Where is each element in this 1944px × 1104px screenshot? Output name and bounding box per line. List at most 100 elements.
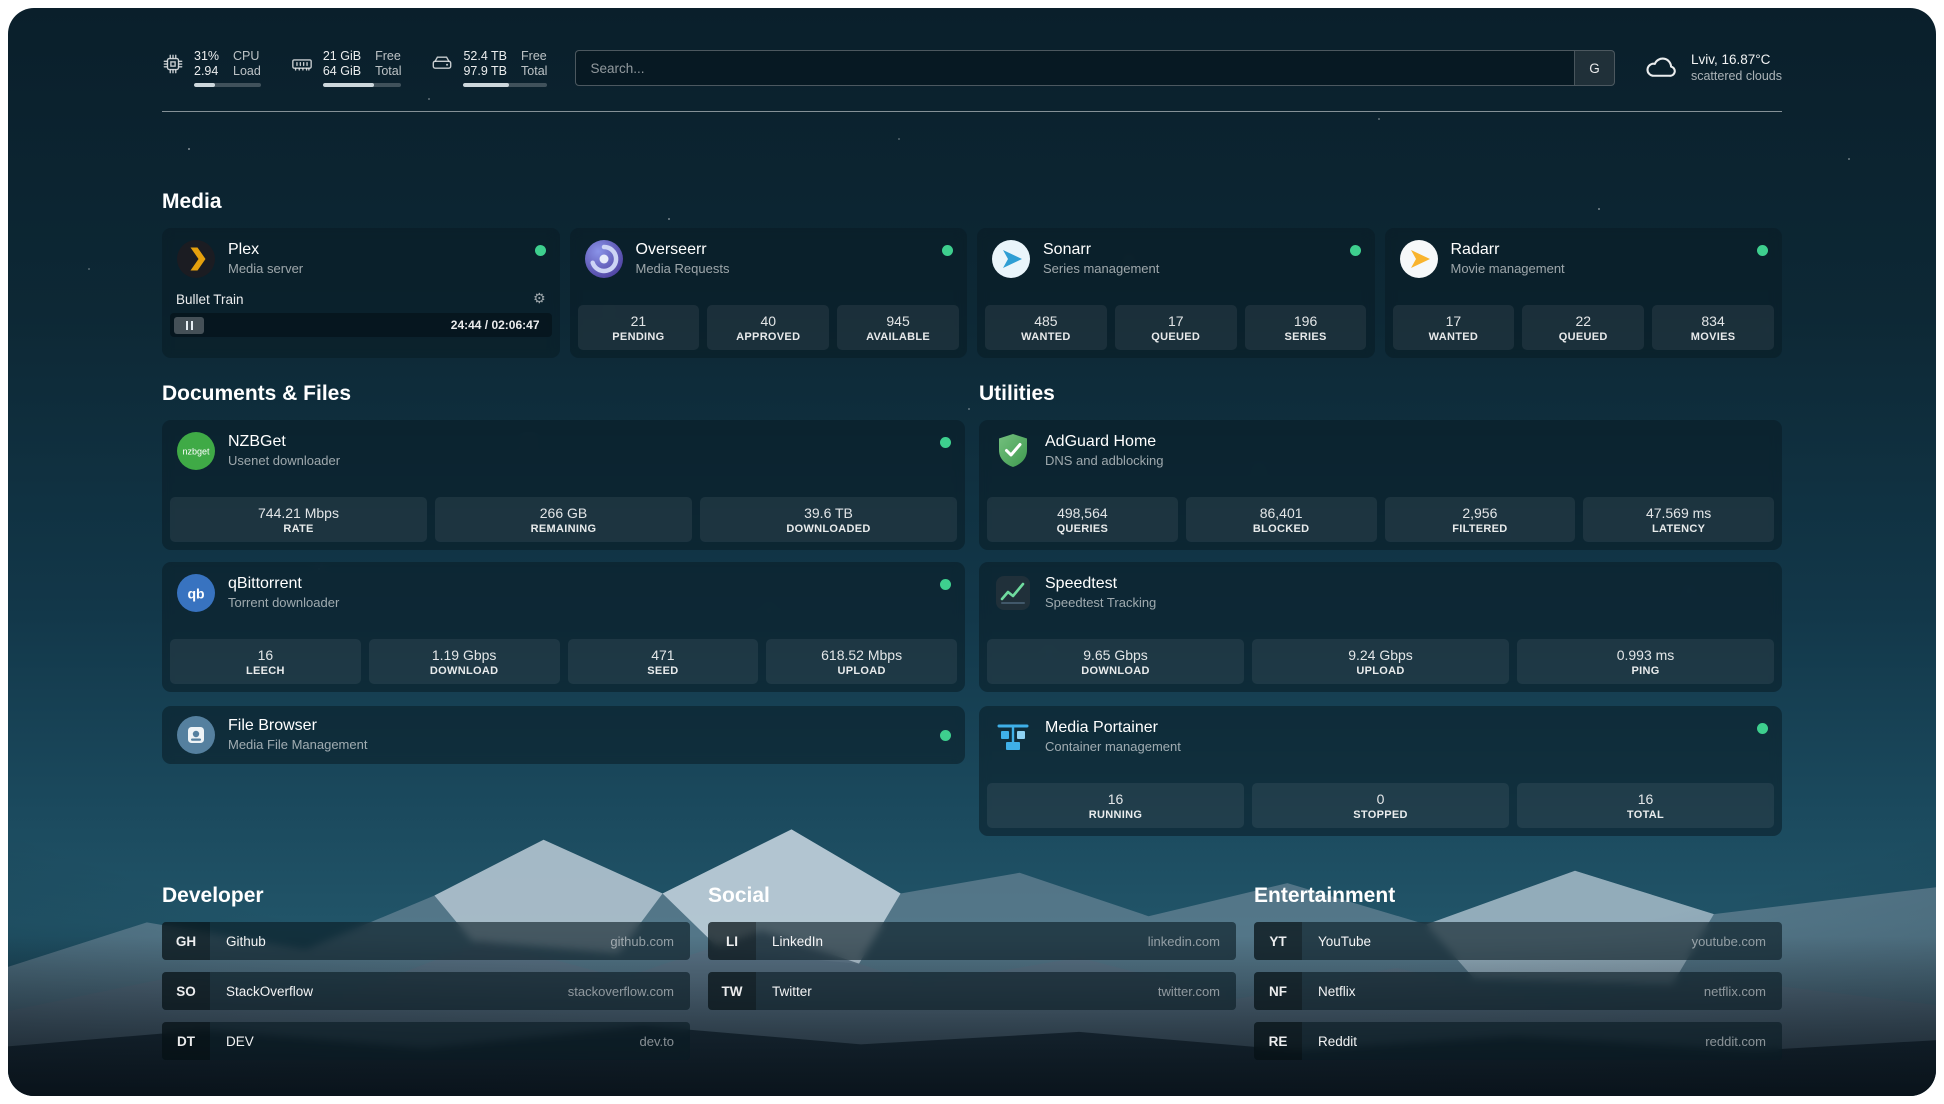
service-card-qbittorrent[interactable]: qb qBittorrent Torrent downloader 16LEEC…	[162, 562, 965, 692]
memory-bar	[323, 83, 402, 87]
bookmark-abbr: TW	[708, 972, 756, 1010]
stat-box: 16LEECH	[170, 639, 361, 684]
radarr-icon	[1399, 239, 1439, 279]
top-bar: 31% CPU 2.94 Load	[162, 38, 1782, 98]
media-section-title: Media	[162, 190, 1782, 214]
disk-label-bottom: Total	[521, 64, 547, 78]
cpu-load: 2.94	[194, 64, 219, 78]
now-playing-bar: 24:44 / 02:06:47	[170, 313, 552, 337]
bookmark-abbr: SO	[162, 972, 210, 1010]
service-name: NZBGet	[228, 432, 340, 453]
service-name: qBittorrent	[228, 574, 339, 595]
cpu-widget: 31% CPU 2.94 Load	[162, 49, 261, 87]
bookmark-abbr: YT	[1254, 922, 1302, 960]
service-card-overseerr[interactable]: Overseerr Media Requests 21PENDING 40APP…	[570, 228, 968, 358]
bookmark-name: Netflix	[1318, 972, 1356, 1010]
adguard-icon	[993, 431, 1033, 471]
bookmark-url: reddit.com	[1705, 1022, 1766, 1060]
stat-box: 22QUEUED	[1522, 305, 1644, 350]
entertainment-section-title: Entertainment	[1254, 884, 1782, 908]
qbittorrent-icon-text: qb	[187, 586, 204, 602]
portainer-icon	[993, 717, 1033, 757]
search-input[interactable]	[575, 50, 1615, 86]
stat-box: 16RUNNING	[987, 783, 1244, 828]
service-name: Overseerr	[636, 240, 730, 261]
service-card-speedtest[interactable]: Speedtest Speedtest Tracking 9.65 GbpsDO…	[979, 562, 1782, 692]
status-dot-online	[942, 245, 953, 256]
service-desc: Media File Management	[228, 737, 367, 754]
memory-label-top: Free	[375, 49, 401, 63]
stat-box: 86,401BLOCKED	[1186, 497, 1377, 542]
weather-location: Lviv, 16.87°C	[1691, 52, 1782, 69]
status-dot-online	[940, 730, 951, 741]
bookmark-name: Github	[226, 922, 266, 960]
service-name: AdGuard Home	[1045, 432, 1164, 453]
service-card-nzbget[interactable]: nzbget NZBGet Usenet downloader 744.21 M…	[162, 420, 965, 550]
status-dot-online	[535, 245, 546, 256]
stat-box: 9.24 GbpsUPLOAD	[1252, 639, 1509, 684]
service-card-portainer[interactable]: Media Portainer Container management 16R…	[979, 706, 1782, 836]
service-desc: Media Requests	[636, 261, 730, 278]
bookmark-name: Twitter	[772, 972, 812, 1010]
bookmark-url: linkedin.com	[1148, 922, 1220, 960]
stat-box: 17WANTED	[1393, 305, 1515, 350]
bookmark-reddit[interactable]: RE Reddit reddit.com	[1254, 1022, 1782, 1060]
search-provider-button[interactable]: G	[1574, 51, 1614, 85]
disk-icon	[431, 53, 453, 75]
bookmark-youtube[interactable]: YT YouTube youtube.com	[1254, 922, 1782, 960]
service-card-adguard[interactable]: AdGuard Home DNS and adblocking 498,564Q…	[979, 420, 1782, 550]
nzbget-icon-text: nzbget	[182, 447, 210, 457]
status-dot-online	[940, 437, 951, 448]
stat-box: 16TOTAL	[1517, 783, 1774, 828]
documents-section-title: Documents & Files	[162, 382, 965, 406]
service-desc: Media server	[228, 261, 303, 278]
cpu-bar	[194, 83, 261, 87]
pause-button[interactable]	[174, 317, 204, 334]
bookmark-url: twitter.com	[1158, 972, 1220, 1010]
stat-box: 39.6 TBDOWNLOADED	[700, 497, 957, 542]
bookmarks-social: Social LI LinkedIn linkedin.com TW Twitt…	[708, 884, 1236, 1072]
nzbget-icon: nzbget	[176, 431, 216, 471]
dashboard-screen: 31% CPU 2.94 Load	[8, 8, 1936, 1096]
overseerr-icon	[584, 239, 624, 279]
bookmark-url: stackoverflow.com	[568, 972, 674, 1010]
developer-section-title: Developer	[162, 884, 690, 908]
stat-box: 834MOVIES	[1652, 305, 1774, 350]
service-name: Plex	[228, 240, 303, 261]
service-card-plex[interactable]: Plex Media server Bullet Train ⚙ 24:44 /…	[162, 228, 560, 358]
service-desc: Torrent downloader	[228, 595, 339, 612]
service-desc: DNS and adblocking	[1045, 453, 1164, 470]
stat-box: 9.65 GbpsDOWNLOAD	[987, 639, 1244, 684]
bookmark-abbr: LI	[708, 922, 756, 960]
bookmark-dev[interactable]: DT DEV dev.to	[162, 1022, 690, 1060]
bookmark-linkedin[interactable]: LI LinkedIn linkedin.com	[708, 922, 1236, 960]
stat-box: 945AVAILABLE	[837, 305, 959, 350]
cpu-percent: 31%	[194, 49, 219, 63]
service-desc: Movie management	[1451, 261, 1565, 278]
stat-box: 1.19 GbpsDOWNLOAD	[369, 639, 560, 684]
status-dot-online	[1350, 245, 1361, 256]
service-card-radarr[interactable]: Radarr Movie management 17WANTED 22QUEUE…	[1385, 228, 1783, 358]
stat-box: 485WANTED	[985, 305, 1107, 350]
qbittorrent-icon: qb	[176, 573, 216, 613]
bookmark-twitter[interactable]: TW Twitter twitter.com	[708, 972, 1236, 1010]
service-name: Radarr	[1451, 240, 1565, 261]
stat-box: 17QUEUED	[1115, 305, 1237, 350]
settings-gear-icon[interactable]: ⚙	[533, 291, 546, 307]
service-card-sonarr[interactable]: Sonarr Series management 485WANTED 17QUE…	[977, 228, 1375, 358]
service-card-filebrowser[interactable]: File Browser Media File Management	[162, 706, 965, 764]
stat-box: 196SERIES	[1245, 305, 1367, 350]
bookmark-name: YouTube	[1318, 922, 1371, 960]
section-documents: Documents & Files nzbget NZBGet Usenet d…	[162, 382, 965, 836]
plex-icon	[176, 239, 216, 279]
stat-box: 744.21 MbpsRATE	[170, 497, 427, 542]
disk-total: 97.9 TB	[463, 64, 507, 78]
bookmark-stackoverflow[interactable]: SO StackOverflow stackoverflow.com	[162, 972, 690, 1010]
stat-box: 40APPROVED	[707, 305, 829, 350]
memory-icon	[291, 53, 313, 75]
bookmark-github[interactable]: GH Github github.com	[162, 922, 690, 960]
cpu-icon	[162, 53, 184, 75]
bookmark-netflix[interactable]: NF Netflix netflix.com	[1254, 972, 1782, 1010]
service-name: Media Portainer	[1045, 718, 1181, 739]
bookmarks-entertainment: Entertainment YT YouTube youtube.com NF …	[1254, 884, 1782, 1072]
